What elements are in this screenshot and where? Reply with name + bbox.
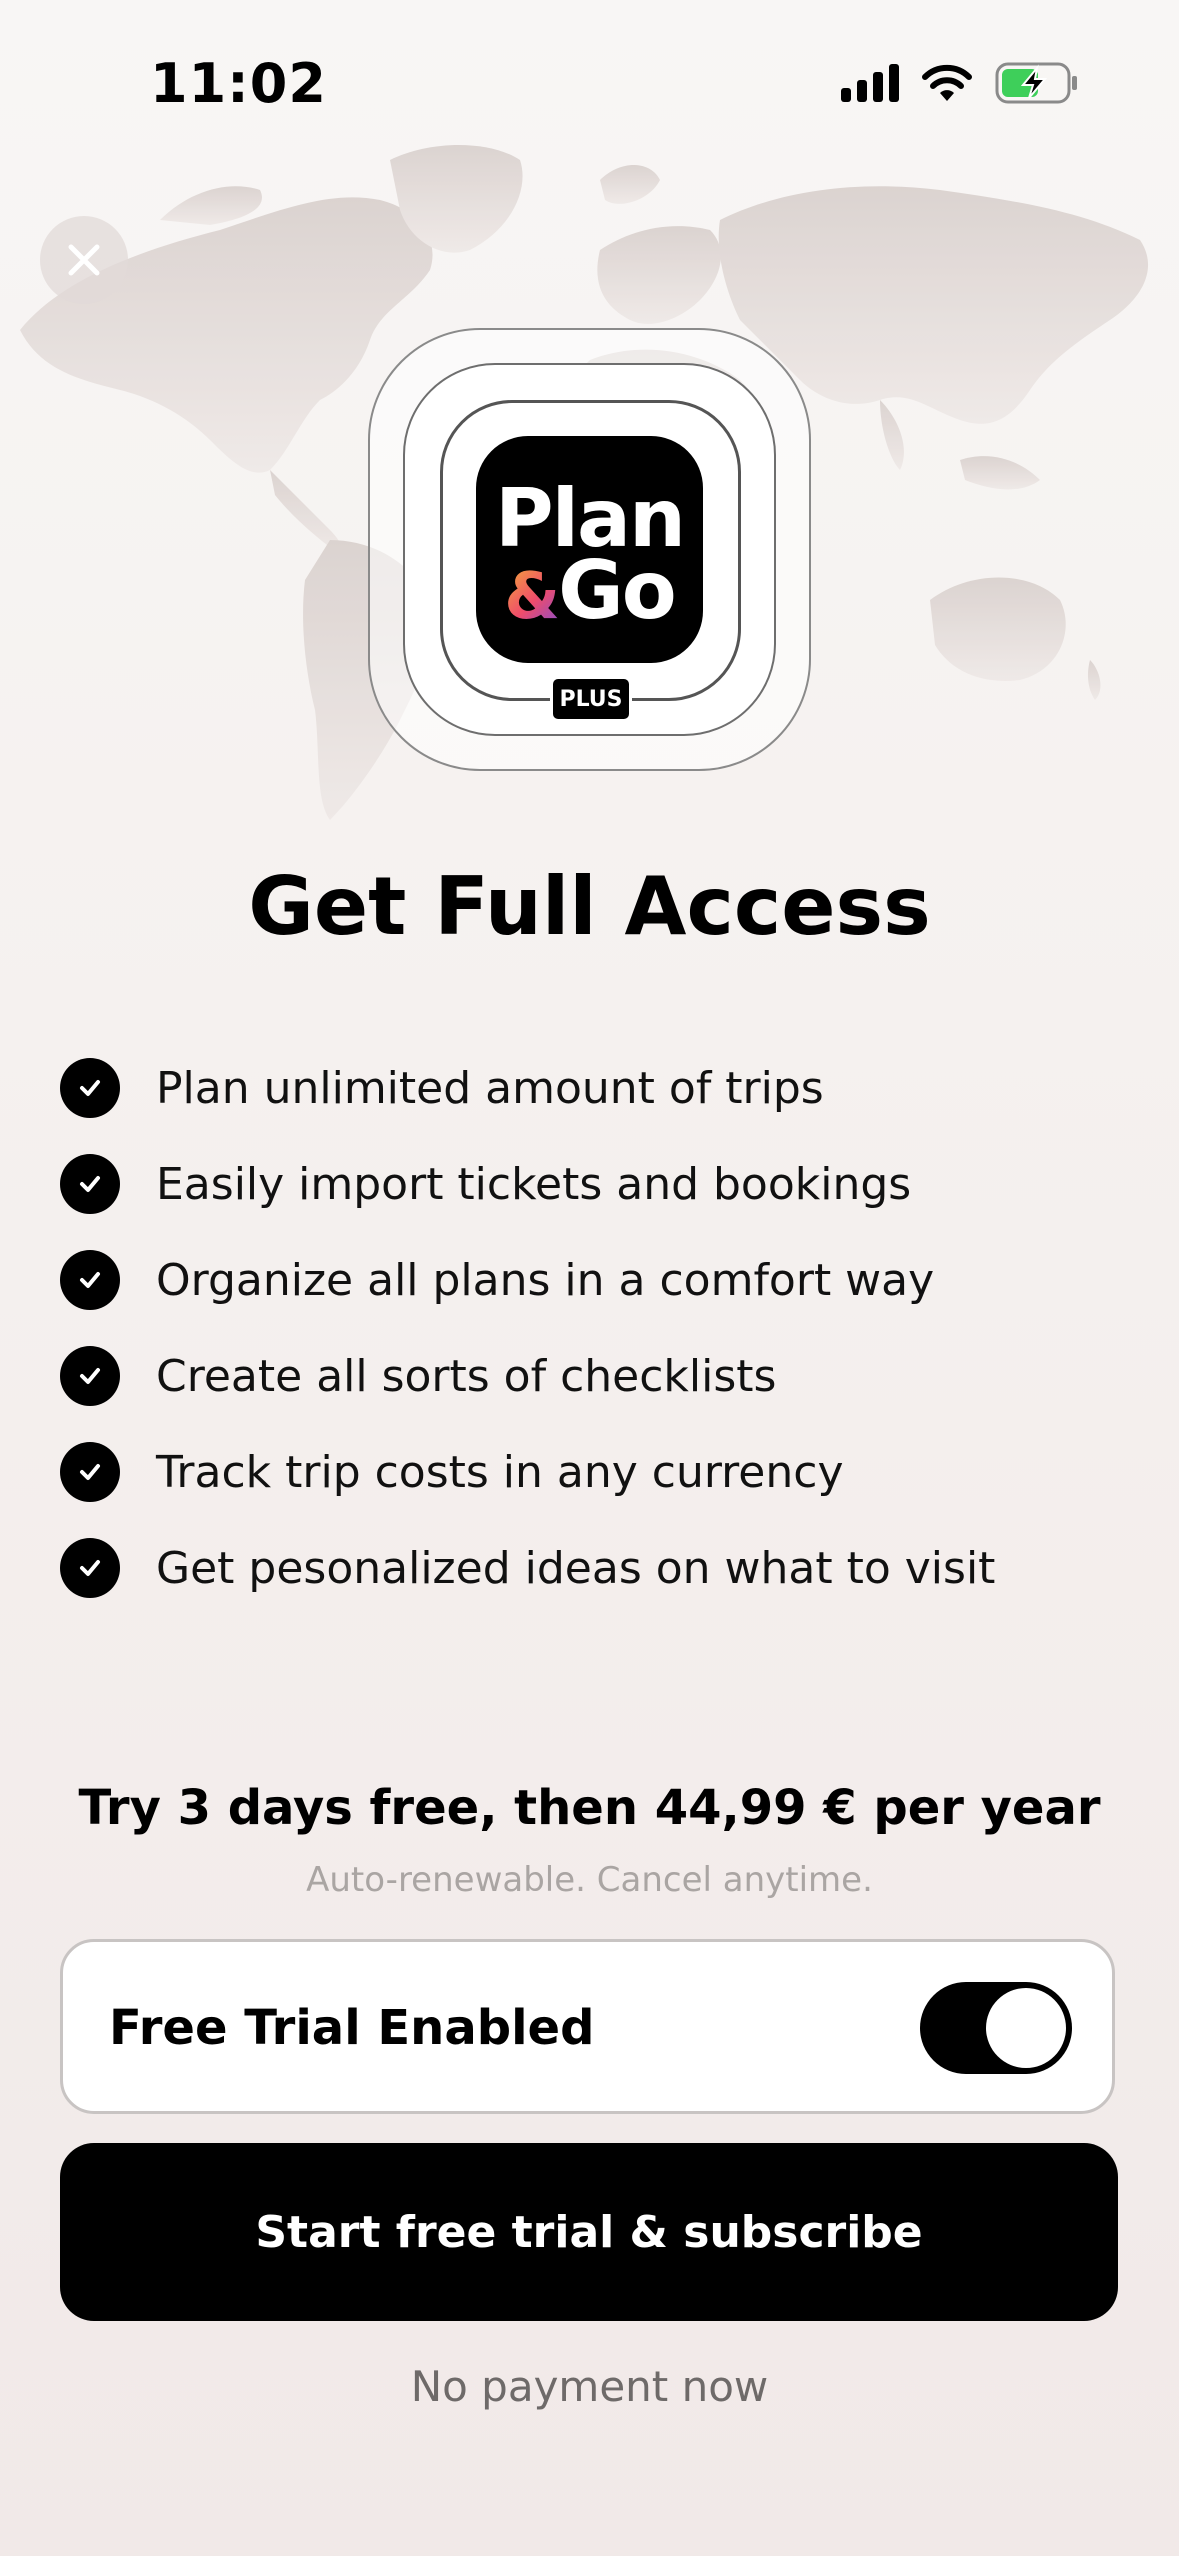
app-icon: Plan &Go <box>476 436 703 663</box>
feature-item: Create all sorts of checklists <box>60 1328 1140 1424</box>
checkmark-icon <box>60 1154 120 1214</box>
pricing-offer: Try 3 days free, then 44,99 € per year <box>78 1780 1101 1836</box>
battery-charging-icon <box>995 62 1077 104</box>
feature-item: Get pesonalized ideas on what to visit <box>60 1520 1140 1616</box>
free-trial-label: Free Trial Enabled <box>109 2000 595 2056</box>
checkmark-icon <box>60 1346 120 1406</box>
plus-badge: PLUS <box>550 676 632 722</box>
free-trial-card: Free Trial Enabled <box>60 1939 1115 2114</box>
logo-ampersand: & <box>504 560 560 634</box>
app-logo: Plan &Go PLUS <box>368 328 811 771</box>
start-trial-button[interactable]: Start free trial & subscribe <box>60 2143 1118 2321</box>
checkmark-icon <box>60 1442 120 1502</box>
close-button[interactable] <box>40 216 128 304</box>
signal-icon <box>841 64 899 102</box>
pricing-note: Auto-renewable. Cancel anytime. <box>306 1860 873 1900</box>
feature-text: Get pesonalized ideas on what to visit <box>156 1542 996 1594</box>
logo-word-go: Go <box>558 544 677 637</box>
feature-text: Create all sorts of checklists <box>156 1350 777 1402</box>
feature-item: Track trip costs in any currency <box>60 1424 1140 1520</box>
no-payment-note: No payment now <box>410 2362 769 2411</box>
feature-text: Plan unlimited amount of trips <box>156 1062 824 1114</box>
feature-text: Easily import tickets and bookings <box>156 1158 912 1210</box>
logo-line-two: &Go <box>476 544 703 637</box>
wifi-icon <box>922 64 972 101</box>
feature-list: Plan unlimited amount of trips Easily im… <box>60 1040 1140 1616</box>
status-icons <box>841 62 1079 104</box>
free-trial-toggle[interactable] <box>920 1982 1072 2074</box>
close-icon <box>68 244 100 276</box>
checkmark-icon <box>60 1250 120 1310</box>
feature-item: Plan unlimited amount of trips <box>60 1040 1140 1136</box>
feature-text: Organize all plans in a comfort way <box>156 1254 935 1306</box>
feature-item: Organize all plans in a comfort way <box>60 1232 1140 1328</box>
toggle-knob <box>986 1988 1066 2068</box>
checkmark-icon <box>60 1058 120 1118</box>
page-title: Get Full Access <box>248 860 931 953</box>
feature-text: Track trip costs in any currency <box>156 1446 844 1498</box>
checkmark-icon <box>60 1538 120 1598</box>
feature-item: Easily import tickets and bookings <box>60 1136 1140 1232</box>
